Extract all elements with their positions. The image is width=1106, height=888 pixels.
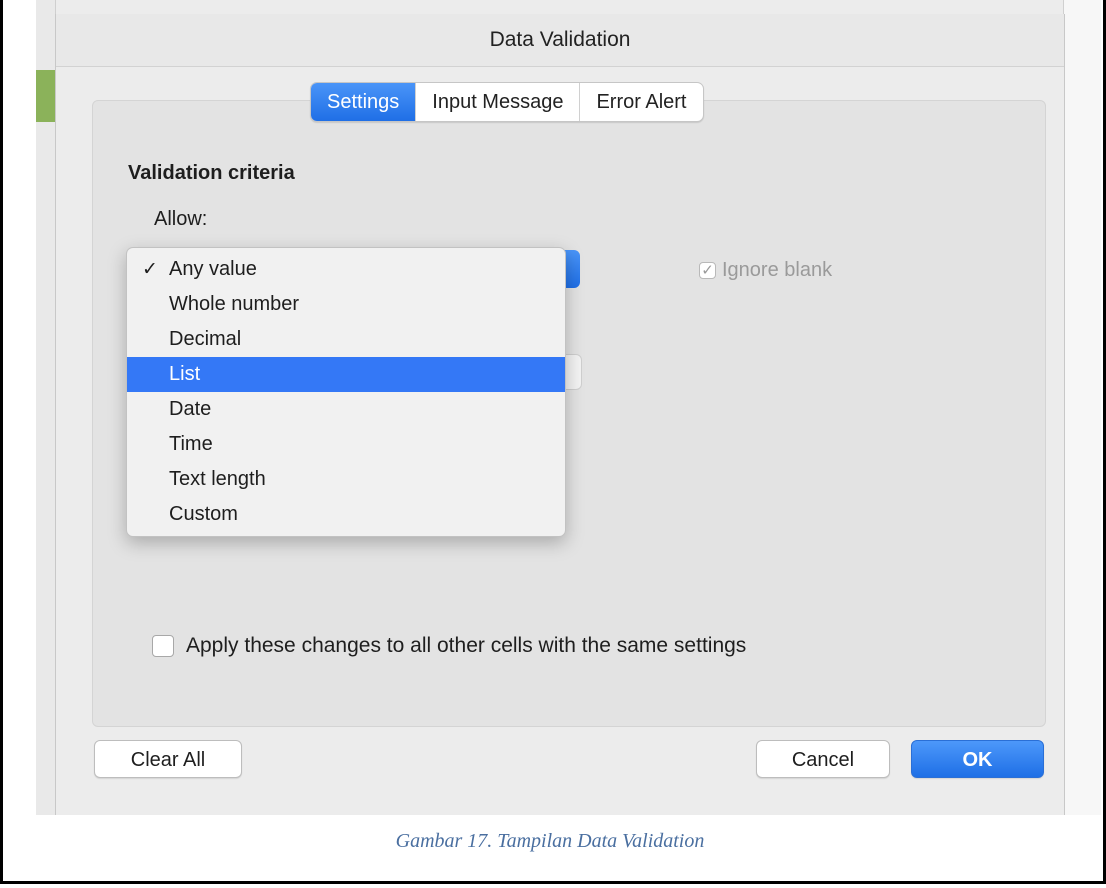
validation-criteria-heading: Validation criteria (128, 162, 295, 184)
menu-item-label: Text length (169, 468, 266, 490)
ignore-blank-checkbox[interactable]: ✓ (699, 262, 716, 279)
cancel-button[interactable]: Cancel (756, 740, 890, 778)
ignore-blank-option: ✓ Ignore blank (699, 259, 832, 282)
menu-item-label: Any value (169, 258, 257, 280)
ignore-blank-label: Ignore blank (722, 259, 833, 281)
menu-item-label: Time (169, 433, 213, 455)
menu-item-label: List (169, 363, 201, 385)
row-header-strip (36, 0, 56, 815)
clear-all-button[interactable]: Clear All (94, 740, 242, 778)
allow-dropdown-menu: ✓ Any value Whole number Decimal List Da… (126, 247, 566, 537)
menu-item-label: Date (169, 398, 212, 420)
apply-all-label: Apply these changes to all other cells w… (186, 634, 747, 657)
figure-caption: Gambar 17. Tampilan Data Validation (395, 830, 705, 852)
selected-cell-highlight (36, 70, 55, 122)
dialog-title: Data Validation (56, 14, 1064, 67)
ok-button[interactable]: OK (911, 740, 1044, 778)
apply-all-option: Apply these changes to all other cells w… (152, 634, 746, 658)
tab-settings[interactable]: Settings (311, 83, 417, 121)
tab-bar: Settings Input Message Error Alert (310, 82, 704, 122)
checkmark-icon: ✓ (142, 259, 158, 280)
menu-item-label: Whole number (169, 293, 300, 315)
menu-item-custom[interactable]: Custom (127, 497, 565, 532)
tab-input-message[interactable]: Input Message (416, 83, 581, 121)
menu-item-any-value[interactable]: ✓ Any value (127, 252, 565, 287)
menu-item-text-length[interactable]: Text length (127, 462, 565, 497)
menu-item-label: Decimal (169, 328, 242, 350)
menu-item-date[interactable]: Date (127, 392, 565, 427)
apply-all-checkbox[interactable] (152, 635, 174, 657)
menu-item-decimal[interactable]: Decimal (127, 322, 565, 357)
allow-label: Allow: (154, 208, 208, 230)
menu-item-list[interactable]: List (127, 357, 565, 392)
ribbon-strip (36, 0, 1100, 15)
data-validation-dialog: Data Validation Settings Input Message E… (55, 14, 1065, 815)
menu-item-whole-number[interactable]: Whole number (127, 287, 565, 322)
right-column-strip (1063, 0, 1101, 815)
menu-item-time[interactable]: Time (127, 427, 565, 462)
menu-item-label: Custom (169, 503, 238, 525)
tab-error-alert[interactable]: Error Alert (580, 83, 702, 121)
